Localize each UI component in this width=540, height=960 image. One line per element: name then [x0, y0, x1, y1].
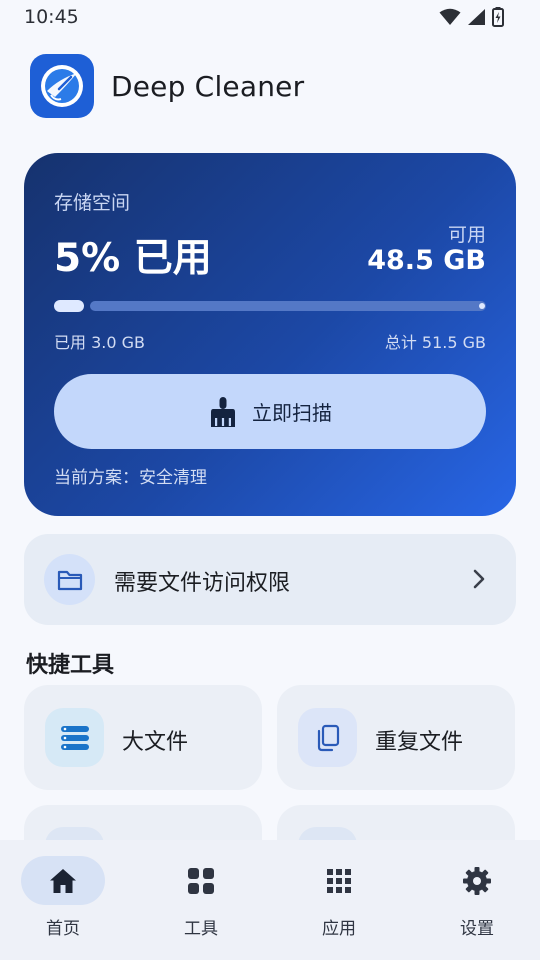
folder-icon-container [44, 554, 95, 605]
stack-list-icon [45, 708, 104, 767]
scan-now-label: 立即扫描 [252, 401, 332, 425]
storage-label: 存储空间 [54, 192, 131, 214]
home-icon [50, 868, 76, 893]
chevron-right-icon [473, 569, 485, 589]
large-files-tool-card[interactable]: 大文件 [24, 685, 262, 790]
battery-icon [492, 7, 504, 27]
used-percent: 5% 已用 [54, 236, 212, 281]
nav-icon-container [297, 856, 381, 905]
nav-icon-container [435, 856, 519, 905]
nav-item-settings[interactable]: 设置 [427, 856, 527, 946]
folder-icon [57, 570, 82, 590]
nav-label-settings: 设置 [460, 919, 494, 939]
scan-now-button[interactable]: 立即扫描 [54, 374, 486, 449]
nav-item-apps[interactable]: 应用 [289, 856, 389, 946]
nav-active-indicator [21, 856, 105, 905]
storage-progress-fill [54, 300, 84, 312]
nav-item-tools[interactable]: 工具 [151, 856, 251, 946]
app-header: Deep Cleaner [30, 54, 304, 118]
quick-tools-title: 快捷工具 [26, 653, 115, 678]
status-icons [439, 7, 504, 27]
used-amount: 已用 3.0 GB [54, 333, 145, 352]
apps-grid-icon [327, 868, 351, 893]
broom-icon [211, 396, 235, 427]
duplicate-files-label: 重复文件 [375, 730, 464, 755]
wifi-icon [439, 8, 461, 25]
storage-card: 存储空间 5% 已用 可用 48.5 GB 已用 3.0 GB 总计 51.5 … [24, 153, 516, 516]
storage-progress-remaining [90, 301, 486, 311]
bottom-navigation: 首页 工具 应用 设置 [0, 840, 540, 960]
copy-icon [298, 708, 357, 767]
storage-progress-bar [54, 300, 486, 312]
duplicate-files-tool-card[interactable]: 重复文件 [277, 685, 515, 790]
cellular-signal-icon [468, 9, 485, 25]
app-title: Deep Cleaner [111, 69, 305, 103]
file-access-permission-row[interactable]: 需要文件访问权限 [24, 534, 516, 625]
nav-label-home: 首页 [46, 919, 80, 939]
file-access-permission-label: 需要文件访问权限 [114, 571, 291, 596]
nav-item-home[interactable]: 首页 [13, 856, 113, 946]
total-amount: 总计 51.5 GB [384, 333, 486, 352]
gear-icon [463, 866, 491, 895]
status-bar: 10:45 [0, 0, 540, 36]
nav-label-tools: 工具 [184, 919, 218, 939]
nav-label-apps: 应用 [322, 919, 356, 939]
broom-logo-icon [41, 65, 83, 107]
nav-icon-container [159, 856, 243, 905]
storage-progress-end-dot [479, 303, 485, 309]
available-value: 48.5 GB [367, 245, 486, 276]
current-plan-text: 当前方案：安全清理 [54, 468, 207, 488]
available-label: 可用 [447, 224, 486, 246]
large-files-label: 大文件 [122, 730, 189, 755]
status-time: 10:45 [24, 6, 79, 28]
app-logo [30, 54, 94, 118]
tools-grid-icon [188, 867, 214, 894]
